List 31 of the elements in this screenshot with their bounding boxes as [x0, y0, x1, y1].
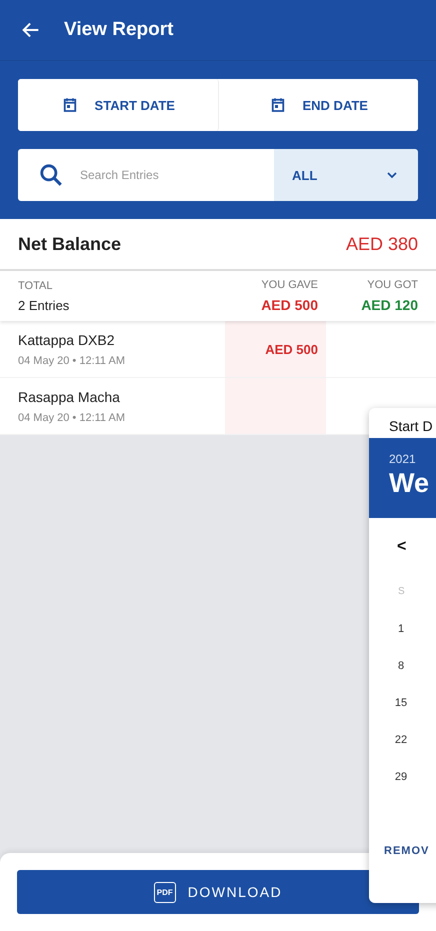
- you-gave-amount: AED 500: [261, 297, 318, 313]
- you-gave-label: YOU GAVE: [261, 279, 318, 291]
- search-icon: [38, 162, 64, 188]
- filter-dropdown[interactable]: ALL: [274, 149, 418, 201]
- entry-name: Rasappa Macha: [18, 388, 121, 404]
- day-button[interactable]: 8: [391, 660, 411, 673]
- day-button[interactable]: 22: [391, 734, 411, 747]
- day-button[interactable]: 15: [391, 697, 411, 710]
- gave-cell: AED 500: [225, 321, 326, 377]
- you-got-label: YOU GOT: [367, 279, 418, 291]
- download-button[interactable]: PDF DOWNLOAD: [17, 870, 419, 914]
- you-got-amount: AED 120: [361, 297, 418, 313]
- pdf-icon: PDF: [154, 882, 176, 902]
- page-title: View Report: [64, 19, 174, 41]
- entry-name: Kattappa DXB2: [18, 332, 116, 348]
- remove-button[interactable]: REMOV: [384, 845, 430, 857]
- date-button[interactable]: START DATE: [18, 79, 218, 131]
- previous-month-button[interactable]: <: [397, 538, 406, 556]
- selected-date: We: [389, 468, 430, 499]
- total-label: TOTAL: [18, 280, 54, 292]
- day-button[interactable]: 29: [391, 771, 411, 784]
- day-button[interactable]: 1: [391, 623, 411, 636]
- entry-date: 04 May 20 • 12:11 AM: [18, 412, 126, 424]
- entry-date: 04 May 20 • 12:11 AM: [18, 354, 126, 366]
- net-balance-label: Net Balance: [18, 234, 122, 254]
- net-balance-amount: AED 380: [346, 234, 418, 254]
- search-field[interactable]: Search Entries: [78, 167, 222, 183]
- year-label[interactable]: 2021: [389, 452, 416, 466]
- dialog-title: Start D: [389, 418, 433, 434]
- weekday-label: S: [398, 586, 405, 597]
- entries-count: 2 Entries: [18, 298, 70, 312]
